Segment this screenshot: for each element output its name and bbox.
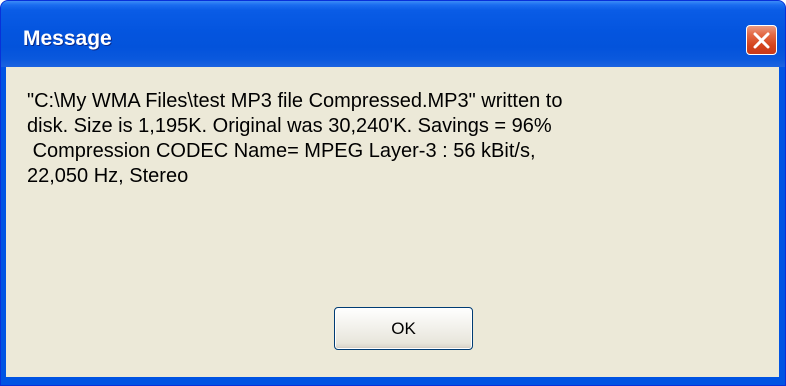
message-dialog: Message "C:\My WMA Files\test MP3 file C… [0, 0, 786, 386]
title-bar[interactable]: Message [1, 1, 785, 67]
dialog-body: "C:\My WMA Files\test MP3 file Compresse… [5, 67, 780, 377]
close-button[interactable] [746, 25, 777, 55]
dialog-title: Message [23, 27, 112, 50]
ok-button[interactable]: OK [334, 307, 473, 350]
message-text: "C:\My WMA Files\test MP3 file Compresse… [27, 90, 563, 187]
close-icon [753, 32, 770, 48]
